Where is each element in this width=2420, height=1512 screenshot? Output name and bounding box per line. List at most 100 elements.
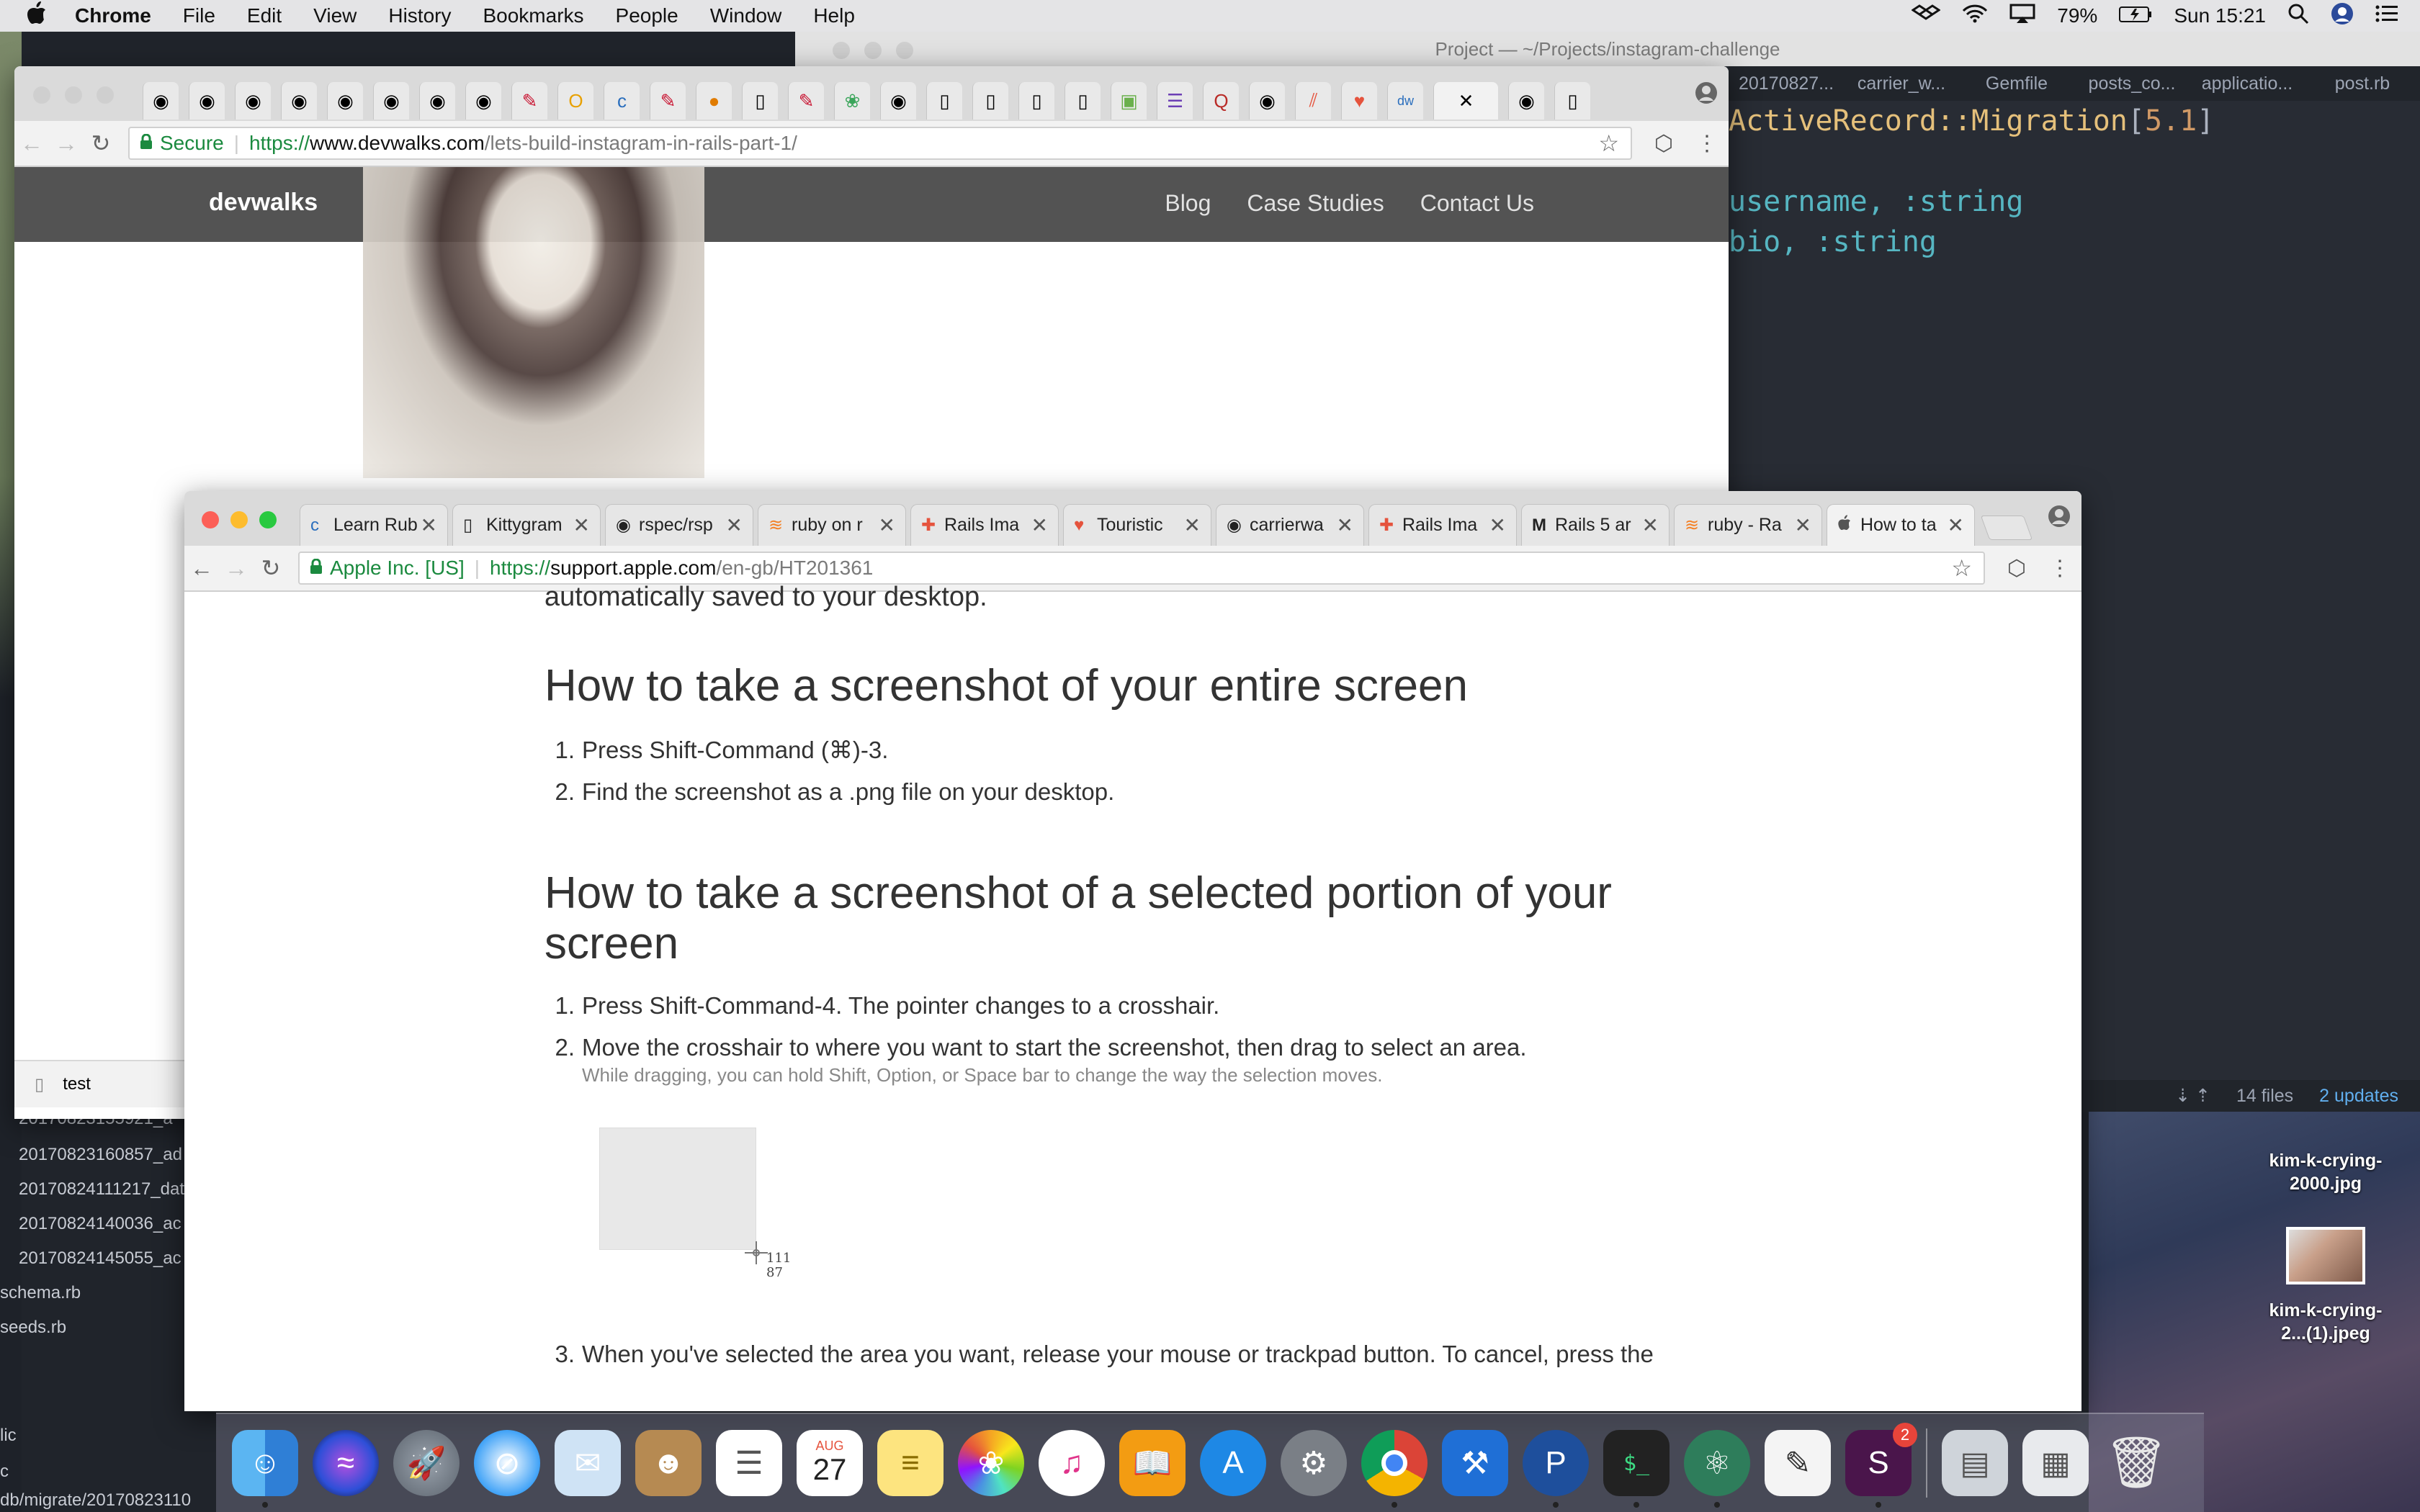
menu-bookmarks[interactable]: Bookmarks: [483, 4, 583, 27]
atom-icon[interactable]: ⚛: [1684, 1430, 1750, 1508]
atom-tab[interactable]: carrier_w...: [1844, 73, 1959, 94]
page-icon[interactable]: ▯: [1554, 82, 1590, 120]
contacts-icon[interactable]: ☻: [635, 1430, 702, 1496]
launchpad-icon[interactable]: 🚀: [393, 1430, 460, 1496]
address-bar[interactable]: Secure | https:// www.devwalks.com /lets…: [128, 127, 1632, 160]
github-icon[interactable]: ◉: [143, 82, 179, 120]
page-icon[interactable]: ▯: [742, 82, 778, 120]
reload-icon[interactable]: ↻: [84, 130, 118, 157]
bookmark-star-icon[interactable]: ☆: [1598, 130, 1619, 157]
atom-tab[interactable]: 20170827...: [1729, 73, 1844, 94]
menu-view[interactable]: View: [313, 4, 357, 27]
github-icon[interactable]: ◉: [235, 82, 271, 120]
tree-item[interactable]: seeds.rb: [0, 1318, 66, 1338]
tab-learn-ruby[interactable]: c Learn Rub ✕: [300, 504, 448, 546]
wifi-icon[interactable]: [1962, 4, 1988, 28]
cucumber-icon[interactable]: ❀: [834, 82, 870, 120]
tree-item[interactable]: 20170824145055_ac: [19, 1248, 189, 1269]
github-icon[interactable]: ◉: [1249, 82, 1285, 120]
code-editor[interactable]: ActiveRecord::Migration[5.1] username, :…: [1729, 101, 2214, 262]
minimize-button[interactable]: [230, 511, 248, 528]
tab-rails-5[interactable]: M Rails 5 ar ✕: [1521, 504, 1670, 546]
forward-arrow-icon[interactable]: →: [49, 130, 84, 157]
notes-icon[interactable]: ≡: [877, 1430, 944, 1496]
mail-icon[interactable]: ✉: [555, 1430, 621, 1496]
active-tab-close-icon[interactable]: ✕: [1433, 82, 1498, 120]
menu-people[interactable]: People: [616, 4, 678, 27]
opera-icon[interactable]: O: [557, 82, 593, 120]
nav-link-blog[interactable]: Blog: [1165, 190, 1211, 217]
page-icon[interactable]: ▯: [1065, 82, 1101, 120]
siri-icon[interactable]: ≈: [313, 1430, 379, 1496]
rails-icon[interactable]: ✎: [650, 82, 686, 120]
bookmark-star-icon[interactable]: ☆: [1951, 554, 1972, 582]
rails-icon[interactable]: ✎: [788, 82, 824, 120]
tab-carrierwave[interactable]: ◉ carrierwa ✕: [1216, 504, 1364, 546]
tree-item[interactable]: lic: [0, 1426, 17, 1446]
github-icon[interactable]: ◉: [327, 82, 363, 120]
atom-tab[interactable]: posts_co...: [2074, 73, 2190, 94]
github-icon[interactable]: ◉: [465, 82, 501, 120]
hamburger-icon[interactable]: ●: [696, 82, 732, 120]
tab-rails-images[interactable]: ✚ Rails Ima ✕: [910, 504, 1059, 546]
close-button[interactable]: [33, 86, 50, 104]
tree-item[interactable]: schema.rb: [0, 1283, 81, 1303]
files-count[interactable]: 14 files: [2236, 1086, 2293, 1107]
close-button[interactable]: [833, 42, 850, 59]
tab-rspec[interactable]: ◉ rspec/rsp ✕: [605, 504, 753, 546]
menu-help[interactable]: Help: [813, 4, 855, 27]
forward-arrow-icon[interactable]: →: [219, 555, 254, 582]
tree-item[interactable]: 20170823160857_ad: [19, 1145, 189, 1165]
tab-touristic[interactable]: ♥ Touristic ✕: [1063, 504, 1211, 546]
address-bar[interactable]: Apple Inc. [US] | https:// support.apple…: [298, 552, 1985, 585]
updates-count[interactable]: 2 updates: [2319, 1086, 2398, 1107]
profile-icon[interactable]: [1694, 81, 1718, 109]
profile-icon[interactable]: [2047, 504, 2071, 532]
tab-close-icon[interactable]: ✕: [1333, 513, 1353, 537]
stripes-icon[interactable]: ⫽: [1295, 82, 1331, 120]
heart-icon[interactable]: ♥: [1341, 82, 1377, 120]
pocket-icon[interactable]: ⬡: [1642, 131, 1685, 156]
tree-item[interactable]: 20170824111217_dat: [19, 1179, 189, 1200]
reminders-icon[interactable]: ☰: [716, 1430, 782, 1496]
back-arrow-icon[interactable]: ←: [184, 555, 219, 582]
zoom-button[interactable]: [259, 511, 277, 528]
minimize-button[interactable]: [864, 42, 882, 59]
terminal-icon[interactable]: $_: [1603, 1430, 1670, 1508]
atom-tab[interactable]: post.rb: [2305, 73, 2420, 94]
github-icon[interactable]: ◉: [1508, 82, 1544, 120]
nav-link-contact[interactable]: Contact Us: [1420, 190, 1534, 217]
reload-icon[interactable]: ↻: [254, 554, 288, 582]
menu-file[interactable]: File: [183, 4, 215, 27]
safari-icon[interactable]: ⊘: [474, 1430, 540, 1496]
menu-history[interactable]: History: [388, 4, 451, 27]
github-icon[interactable]: ◉: [373, 82, 409, 120]
nav-link-case-studies[interactable]: Case Studies: [1247, 190, 1384, 217]
tab-close-icon[interactable]: ✕: [417, 513, 437, 537]
minimize-button[interactable]: [65, 86, 82, 104]
tab-ruby-on-rails[interactable]: ≋ ruby on r ✕: [758, 504, 906, 546]
quora-icon[interactable]: Q: [1203, 82, 1239, 120]
atom-tab[interactable]: applicatio...: [2190, 73, 2305, 94]
page-icon[interactable]: ▯: [1018, 82, 1054, 120]
battery-icon[interactable]: [2119, 4, 2152, 27]
tab-close-icon[interactable]: ✕: [1944, 513, 1964, 537]
airplay-icon[interactable]: [2009, 4, 2035, 29]
page-icon[interactable]: ▯: [972, 82, 1008, 120]
pockity-icon[interactable]: P: [1523, 1430, 1589, 1508]
clock[interactable]: Sun 15:21: [2174, 4, 2266, 27]
tab-close-icon[interactable]: ✕: [1791, 513, 1811, 537]
chrome-menu-icon[interactable]: ⋮: [2038, 556, 2081, 581]
menu-app-name[interactable]: Chrome: [75, 4, 151, 27]
tab-close-icon[interactable]: ✕: [1486, 513, 1506, 537]
tree-item[interactable]: 20170824140036_ac: [19, 1214, 189, 1234]
close-button[interactable]: [202, 511, 219, 528]
tab-close-icon[interactable]: ✕: [722, 513, 743, 537]
tab-close-icon[interactable]: ✕: [875, 513, 895, 537]
chrome-icon[interactable]: [1361, 1430, 1428, 1508]
calendar-icon[interactable]: AUG 27: [797, 1430, 863, 1496]
downloads-stack-icon[interactable]: ▤: [1942, 1430, 2008, 1496]
ibooks-icon[interactable]: 📖: [1119, 1430, 1186, 1496]
finder-icon[interactable]: ☺: [232, 1430, 298, 1508]
tab-ruby-rails[interactable]: ≋ ruby - Ra ✕: [1674, 504, 1822, 546]
